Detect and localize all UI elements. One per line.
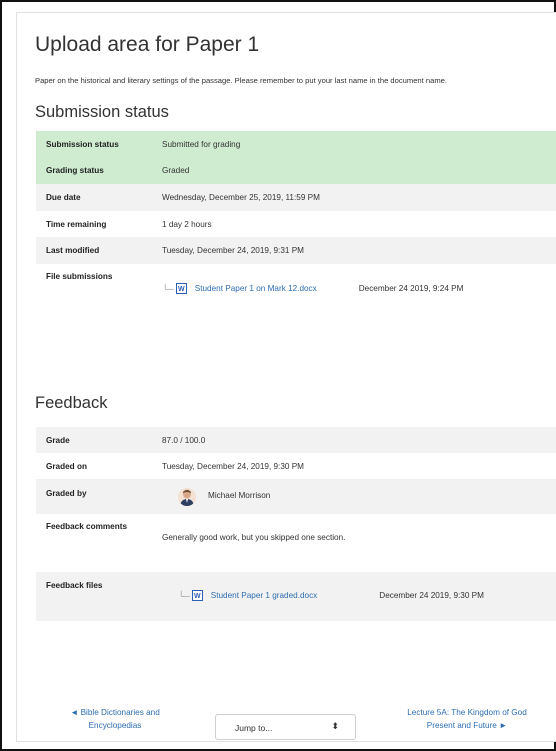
row-value: Wednesday, December 25, 2019, 11:59 PM xyxy=(162,193,320,202)
feedback-file-link[interactable]: Student Paper 1 graded.docx xyxy=(211,591,318,600)
row-label: Submission status xyxy=(46,140,119,149)
word-doc-icon: W xyxy=(191,590,203,601)
previous-activity-line2: Encyclopedias xyxy=(88,721,142,730)
table-row: Grade 87.0 / 100.0 xyxy=(36,427,556,453)
table-row: Submission status Submitted for grading xyxy=(36,131,556,157)
grader-name: Michael Morrison xyxy=(208,491,271,500)
table-row: Graded on Tuesday, December 24, 2019, 9:… xyxy=(36,453,556,479)
row-label: Graded by xyxy=(46,489,87,498)
feedback-heading: Feedback xyxy=(35,394,108,412)
table-row: Feedback comments Generally good work, b… xyxy=(36,514,556,572)
feedback-file-date: December 24 2019, 9:30 PM xyxy=(379,591,484,600)
table-row-file-submissions: File submissions └─ W Student Paper 1 on… xyxy=(36,264,556,354)
avatar-image xyxy=(178,488,196,506)
avatar[interactable] xyxy=(178,488,196,506)
submission-status-table: Submission status Submitted for grading … xyxy=(36,131,556,354)
jump-to-label: Jump to... xyxy=(235,723,273,733)
next-activity-line2: Present and Future ► xyxy=(426,721,508,730)
content-panel: Upload area for Paper 1 Paper on the his… xyxy=(16,12,556,742)
feedback-table: Grade 87.0 / 100.0 Graded on Tuesday, De… xyxy=(36,427,556,621)
select-arrows-icon: ⬍ xyxy=(331,721,339,731)
assignment-intro: Paper on the historical and literary set… xyxy=(35,76,447,85)
table-row: Due date Wednesday, December 25, 2019, 1… xyxy=(36,184,556,211)
row-label: Last modified xyxy=(46,246,100,255)
row-value: Submitted for grading xyxy=(162,140,241,149)
feedback-comments-value: Generally good work, but you skipped one… xyxy=(162,533,346,542)
previous-activity-link[interactable]: ◄ Bible Dictionaries and Encyclopedias xyxy=(55,706,175,732)
word-doc-icon: W xyxy=(175,283,187,294)
row-value: 1 day 2 hours xyxy=(162,220,212,229)
graded-on-value: Tuesday, December 24, 2019, 9:30 PM xyxy=(162,462,304,471)
row-label: Graded on xyxy=(46,462,87,471)
table-row: Grading status Graded xyxy=(36,157,556,184)
next-activity-link[interactable]: Lecture 5A: The Kingdom of God Present a… xyxy=(397,706,537,732)
row-value: Tuesday, December 24, 2019, 9:31 PM xyxy=(162,246,304,255)
table-row-feedback-files: Feedback files └─ W Student Paper 1 grad… xyxy=(36,572,556,621)
row-value: Graded xyxy=(162,166,190,175)
tree-connector: └─ xyxy=(162,283,174,294)
window-frame: Upload area for Paper 1 Paper on the his… xyxy=(0,0,556,751)
grade-value: 87.0 / 100.0 xyxy=(162,436,206,445)
table-row: Last modified Tuesday, December 24, 2019… xyxy=(36,237,556,264)
row-label: Grading status xyxy=(46,166,104,175)
row-label: Time remaining xyxy=(46,220,107,229)
row-label: Feedback files xyxy=(46,581,103,590)
table-row: Graded by Michael Morrison xyxy=(36,479,556,514)
feedback-file: └─ W Student Paper 1 graded.docx Decembe… xyxy=(178,590,484,601)
page-title: Upload area for Paper 1 xyxy=(35,33,260,56)
row-label: Grade xyxy=(46,436,70,445)
row-label: File submissions xyxy=(46,272,113,281)
next-activity-line1: Lecture 5A: The Kingdom of God xyxy=(407,708,527,717)
submitted-file: └─ W Student Paper 1 on Mark 12.docx Dec… xyxy=(162,283,463,294)
submitted-file-date: December 24 2019, 9:24 PM xyxy=(358,284,464,293)
jump-to-select[interactable]: Jump to... ⬍ xyxy=(215,714,356,740)
submitted-file-link[interactable]: Student Paper 1 on Mark 12.docx xyxy=(195,284,317,293)
tree-connector: └─ xyxy=(178,590,190,601)
row-label: Feedback comments xyxy=(46,522,127,531)
row-label: Due date xyxy=(46,193,81,202)
previous-activity-line1: ◄ Bible Dictionaries and xyxy=(70,708,160,717)
submission-status-heading: Submission status xyxy=(35,103,169,121)
table-row: Time remaining 1 day 2 hours xyxy=(36,211,556,237)
